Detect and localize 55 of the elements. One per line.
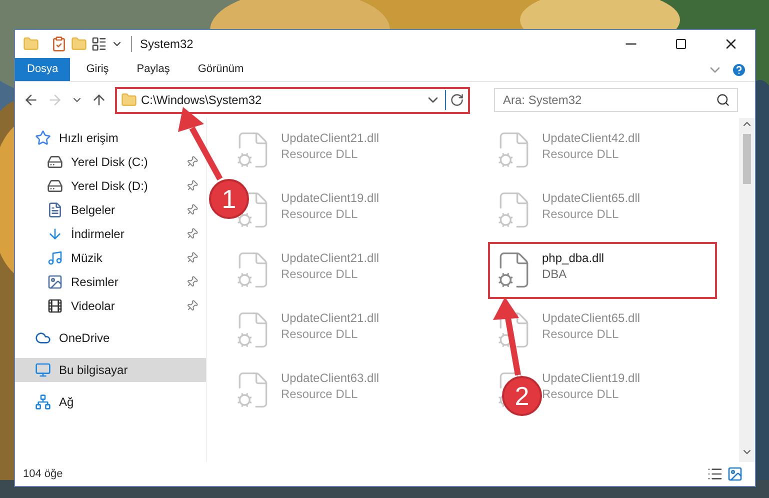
nav-item[interactable]: Ağ	[15, 390, 206, 414]
nav-item[interactable]: Videolar	[15, 294, 206, 318]
file-type: Resource DLL	[281, 386, 359, 402]
view-icon[interactable]	[91, 36, 107, 52]
ribbon-tab[interactable]: Paylaş	[124, 58, 182, 81]
drive-icon	[47, 178, 63, 194]
details-view-icon[interactable]	[707, 466, 723, 482]
network-icon	[35, 394, 51, 410]
properties-icon[interactable]	[51, 36, 67, 52]
film-icon	[47, 298, 63, 314]
maximize-icon[interactable]	[675, 38, 687, 50]
star-icon	[35, 130, 51, 146]
file-type: DBA	[542, 266, 568, 282]
drive-icon	[47, 154, 63, 170]
file-type: Resource DLL	[542, 146, 620, 162]
search-icon[interactable]	[716, 93, 730, 107]
document-icon	[47, 202, 63, 218]
nav-item[interactable]: Hızlı erişim	[15, 126, 206, 150]
file-type: Resource DLL	[542, 326, 620, 342]
large-icons-view-icon[interactable]	[727, 466, 743, 482]
ribbon-tab[interactable]: Giriş	[74, 58, 121, 81]
nav-item[interactable]: Resimler	[15, 270, 206, 294]
item-count: 104 öğe	[23, 466, 64, 482]
folder-icon	[121, 92, 137, 108]
up-icon[interactable]	[91, 92, 107, 108]
nav-item[interactable]: Bu bilgisayar	[15, 358, 206, 382]
file-type: Resource DLL	[281, 146, 359, 162]
nav-item[interactable]: OneDrive	[15, 326, 206, 350]
back-icon[interactable]	[23, 92, 39, 108]
scrollbar-thumb[interactable]	[743, 134, 751, 184]
cloud-icon	[35, 330, 51, 346]
search-field[interactable]: Ara: System32	[494, 88, 738, 112]
help-icon[interactable]	[731, 62, 747, 78]
nav-item[interactable]: İndirmeler	[15, 222, 206, 246]
file-type: Resource DLL	[281, 326, 359, 342]
scrollbar[interactable]	[739, 118, 755, 462]
image-icon	[47, 274, 63, 290]
nav-item[interactable]: Yerel Disk (D:)	[15, 174, 206, 198]
address-bar[interactable]: C:\Windows\System32	[115, 86, 470, 114]
file-type: Resource DLL	[542, 386, 620, 402]
ribbon-tab[interactable]: Görünüm	[186, 58, 256, 81]
address-path: C:\Windows\System32	[141, 92, 263, 109]
nav-item[interactable]: Belgeler	[15, 198, 206, 222]
refresh-icon[interactable]	[450, 93, 464, 107]
file-type: Resource DLL	[281, 206, 359, 222]
nav-item[interactable]: Yerel Disk (C:)	[15, 150, 206, 174]
file-name[interactable]: php_dba.dll	[542, 250, 604, 266]
nav-item[interactable]: Müzik	[15, 246, 206, 270]
music-note-icon	[47, 250, 63, 266]
ribbon-tab[interactable]: Dosya	[15, 58, 70, 81]
window-title: System32	[140, 36, 194, 53]
file-type: Resource DLL	[542, 206, 620, 222]
file-type: Resource DLL	[281, 266, 359, 282]
folder-icon[interactable]	[23, 36, 39, 52]
computer-icon	[35, 362, 51, 378]
